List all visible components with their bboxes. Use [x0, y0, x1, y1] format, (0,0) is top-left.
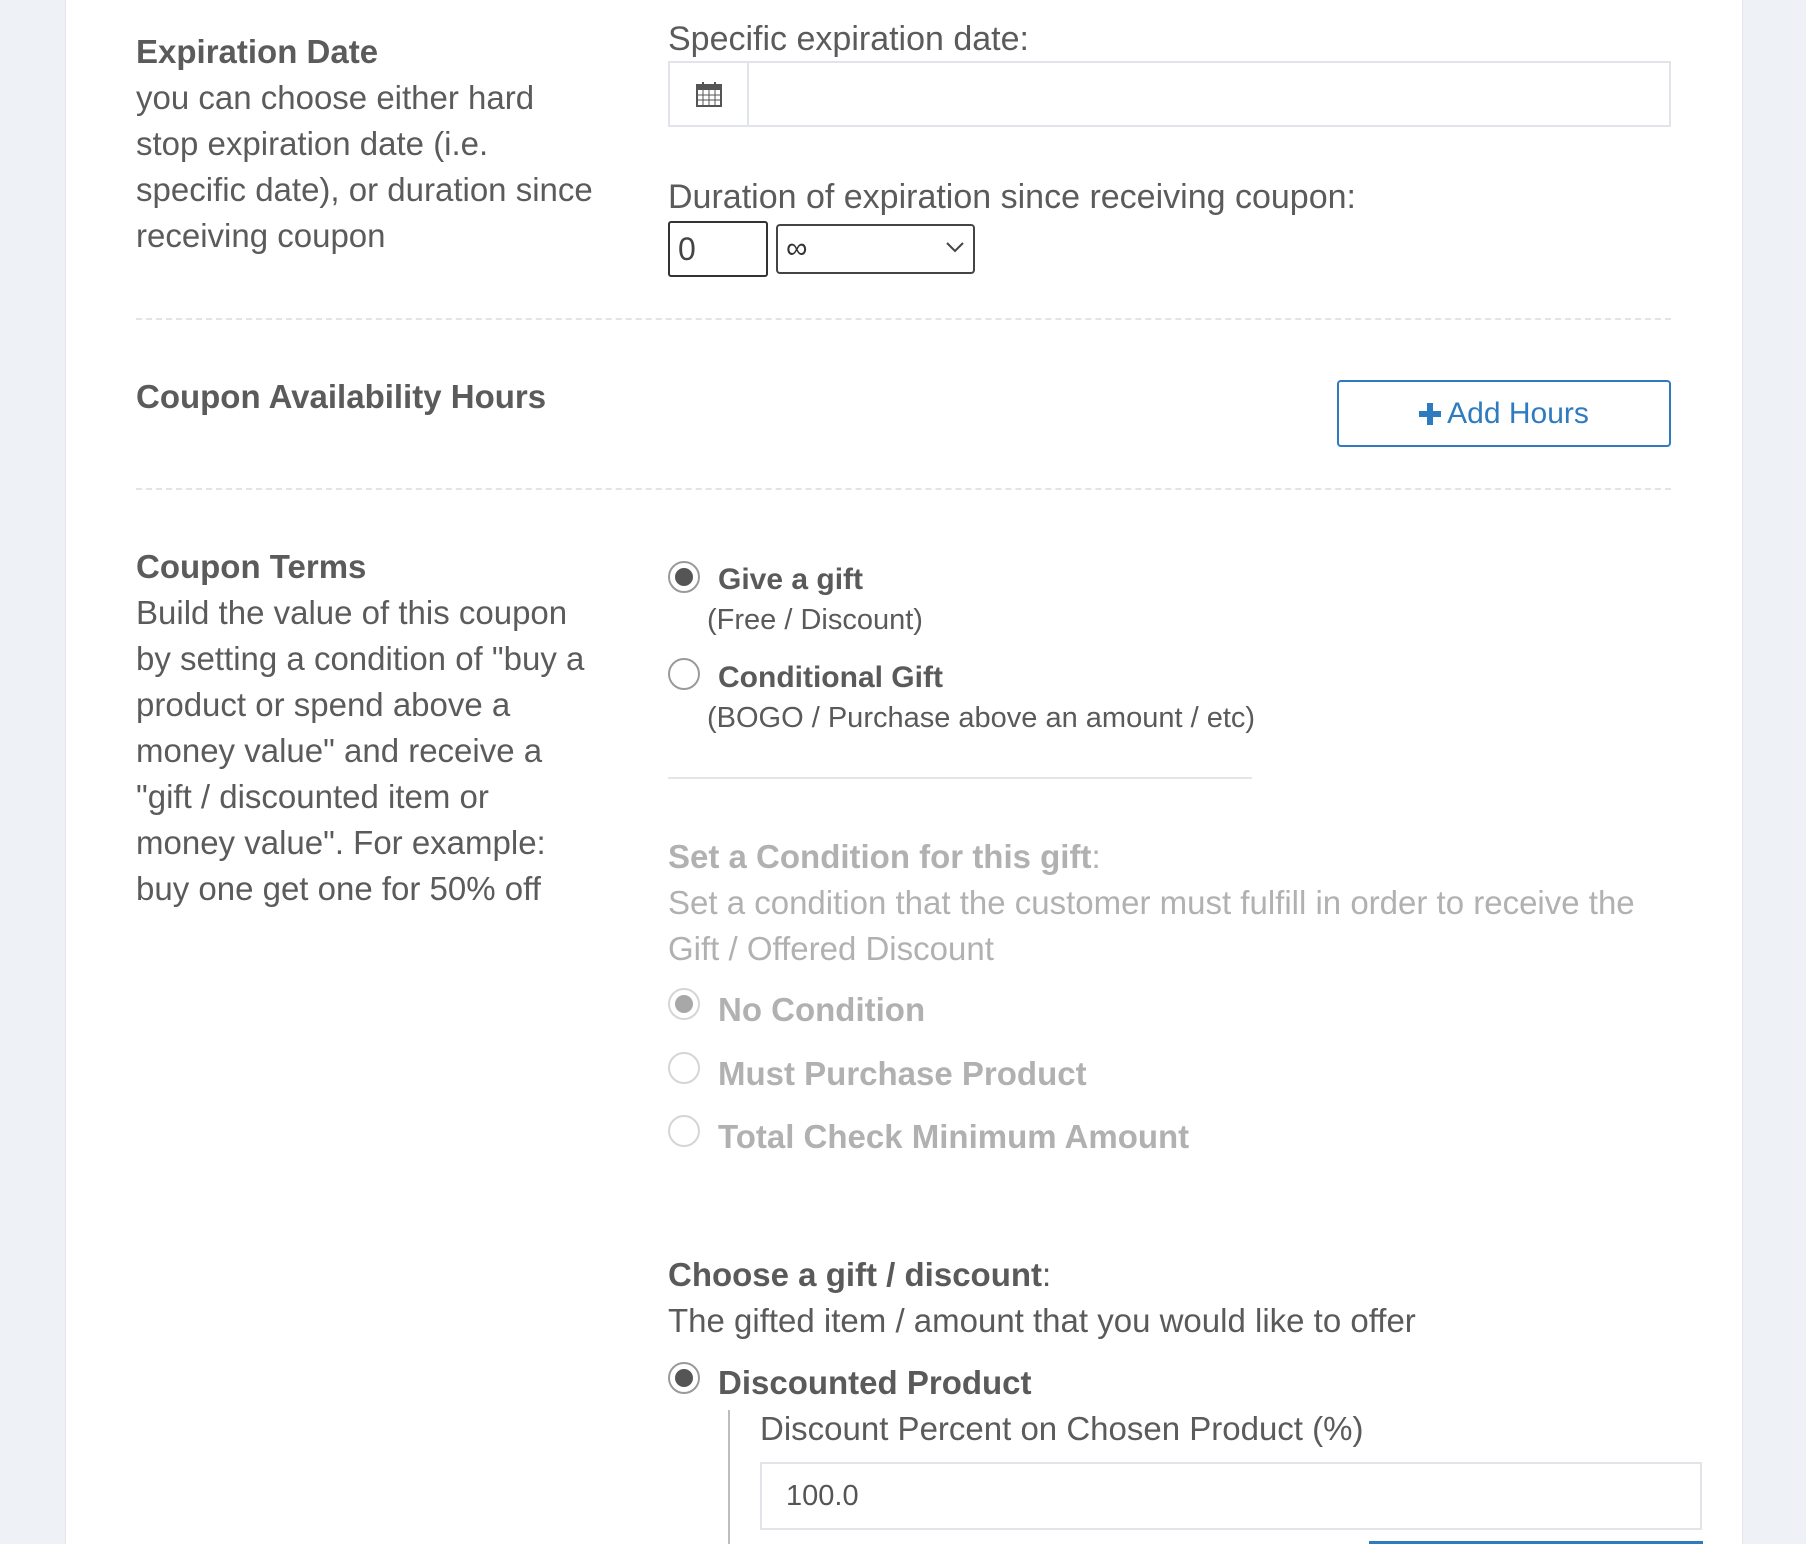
no-condition-label[interactable]: No Condition — [718, 991, 925, 1029]
options-divider — [668, 777, 1252, 779]
nested-indent-line — [728, 1410, 730, 1544]
expiration-desc-line: receiving coupon — [136, 217, 386, 254]
condition-description: Set a condition that the customer must f… — [668, 880, 1688, 972]
section-divider — [136, 488, 1671, 490]
terms-desc-line: product or spend above a — [136, 686, 511, 723]
terms-desc-line: money value" and receive a — [136, 732, 543, 769]
conditional-gift-radio[interactable] — [668, 658, 700, 690]
terms-desc-line: Build the value of this coupon — [136, 594, 568, 631]
terms-desc-line: money value". For example: — [136, 824, 546, 861]
gift-heading: Choose a gift / discount: — [668, 1256, 1051, 1294]
duration-number-input[interactable]: 0 — [668, 221, 768, 277]
conditional-gift-sublabel: (BOGO / Purchase above an amount / etc) — [707, 702, 1256, 734]
condition-heading-text: Set a Condition for this gift — [668, 838, 1092, 875]
discount-percent-label: Discount Percent on Chosen Product (%) — [760, 1410, 1364, 1447]
expiration-desc-line: you can choose either hard — [136, 79, 535, 116]
give-gift-radio[interactable] — [668, 561, 700, 593]
expiration-description: you can choose either hard stop expirati… — [136, 75, 616, 259]
condition-heading-colon: : — [1091, 838, 1101, 875]
give-gift-label[interactable]: Give a gift — [718, 563, 863, 597]
expiration-desc-line: stop expiration date (i.e. — [136, 125, 489, 162]
condition-desc-line: Gift / Offered Discount — [668, 930, 994, 967]
terms-desc-line: buy one get one for 50% off — [136, 870, 541, 907]
conditional-gift-label[interactable]: Conditional Gift — [718, 661, 943, 695]
calendar-button[interactable] — [670, 63, 749, 125]
availability-title: Coupon Availability Hours — [136, 378, 547, 415]
gift-heading-text: Choose a gift / discount — [668, 1256, 1043, 1293]
must-purchase-label[interactable]: Must Purchase Product — [718, 1055, 1087, 1093]
terms-title: Coupon Terms — [136, 548, 367, 585]
duration-unit-select[interactable]: ∞ — [776, 224, 975, 274]
terms-desc-line: "gift / discounted item or — [136, 778, 489, 815]
plus-icon — [1419, 402, 1442, 425]
condition-desc-line: Set a condition that the customer must f… — [668, 884, 1635, 921]
terms-desc-line: by setting a condition of "buy a — [136, 640, 585, 677]
check-minimum-radio[interactable] — [668, 1115, 700, 1147]
gift-heading-colon: : — [1042, 1256, 1052, 1293]
discounted-product-radio[interactable] — [668, 1362, 700, 1394]
expiration-desc-line: specific date), or duration since — [136, 171, 593, 208]
section-divider — [136, 318, 1671, 320]
duration-label: Duration of expiration since receiving c… — [668, 178, 1356, 216]
expiration-title: Expiration Date — [136, 33, 379, 70]
condition-heading: Set a Condition for this gift: — [668, 838, 1101, 876]
calendar-icon — [695, 82, 722, 107]
specific-date-label: Specific expiration date: — [668, 20, 1029, 58]
terms-description: Build the value of this coupon by settin… — [136, 590, 616, 912]
specific-date-input[interactable] — [668, 61, 1671, 127]
must-purchase-radio[interactable] — [668, 1052, 700, 1084]
check-minimum-label[interactable]: Total Check Minimum Amount — [718, 1118, 1189, 1156]
add-hours-label: Add Hours — [1447, 396, 1589, 430]
give-gift-sublabel: (Free / Discount) — [707, 604, 923, 636]
duration-unit-value: ∞ — [786, 232, 808, 265]
add-hours-button[interactable]: Add Hours — [1337, 380, 1671, 447]
discounted-product-label[interactable]: Discounted Product — [718, 1364, 1032, 1402]
no-condition-radio[interactable] — [668, 988, 700, 1020]
chevron-down-icon — [946, 242, 964, 253]
discount-percent-input[interactable]: 100.0 — [760, 1462, 1702, 1530]
gift-description: The gifted item / amount that you would … — [668, 1302, 1416, 1339]
